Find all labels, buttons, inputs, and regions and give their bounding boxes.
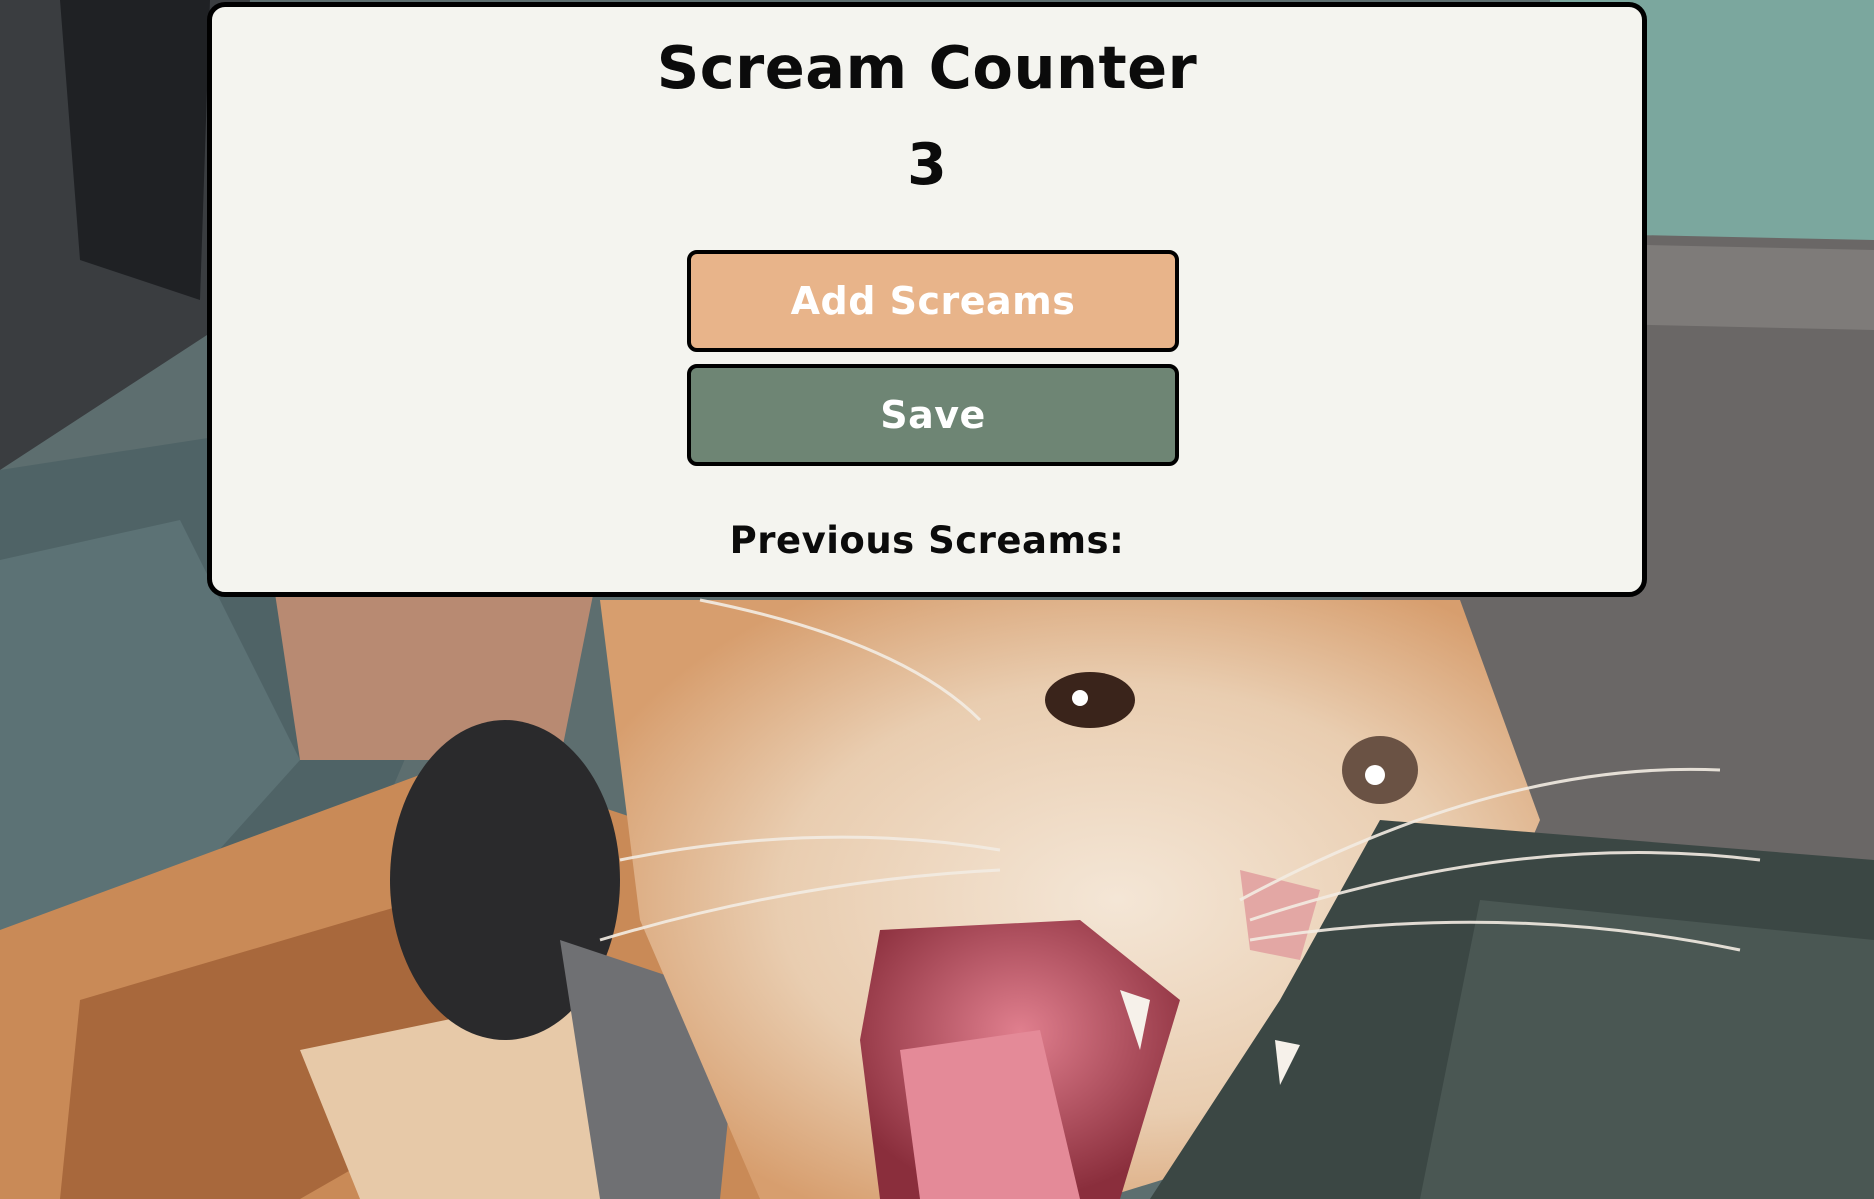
save-button[interactable]: Save [687,364,1179,466]
previous-screams-heading: Previous Screams: [729,519,1125,562]
add-screams-button[interactable]: Add Screams [687,250,1179,352]
scream-count: 3 [907,132,947,198]
scream-counter-panel: Scream Counter 3 Add Screams Save Previo… [207,2,1647,597]
page-title: Scream Counter [656,33,1198,102]
